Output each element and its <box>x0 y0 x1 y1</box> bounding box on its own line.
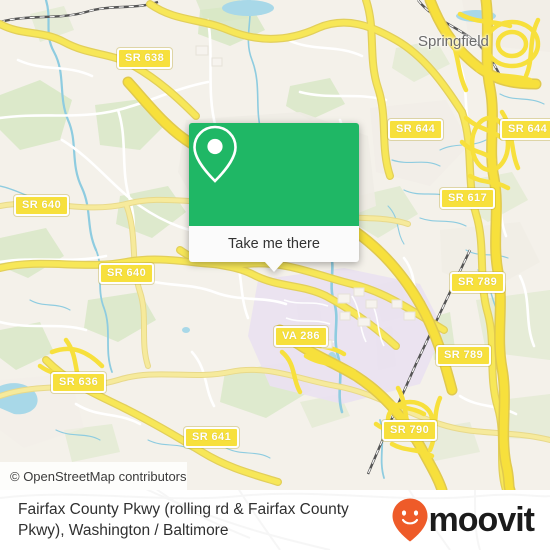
map-canvas[interactable]: Springfield SR 638 SR 644 SR 644 SR 640 … <box>0 0 550 490</box>
road-shield-sr-641[interactable]: SR 641 <box>184 427 240 448</box>
road-shield-sr-644-a[interactable]: SR 644 <box>388 119 444 140</box>
moovit-smiley-pin-icon <box>392 498 428 542</box>
take-me-there-button[interactable]: Take me there <box>189 226 359 262</box>
map-attribution: © OpenStreetMap contributors <box>0 462 187 490</box>
road-shield-sr-790[interactable]: SR 790 <box>382 420 438 441</box>
popup-pointer <box>264 261 284 272</box>
road-shield-sr-636[interactable]: SR 636 <box>51 372 107 393</box>
moovit-wordmark: moovit <box>428 501 535 539</box>
road-shield-sr-789-b[interactable]: SR 789 <box>436 345 492 366</box>
map-pin-icon <box>193 125 237 183</box>
road-shield-sr-617[interactable]: SR 617 <box>440 188 496 209</box>
road-shield-sr-640-a[interactable]: SR 640 <box>14 195 70 216</box>
place-label-springfield: Springfield <box>418 33 489 50</box>
road-shield-va-286[interactable]: VA 286 <box>274 326 328 347</box>
moovit-logo[interactable]: moovit <box>391 497 550 543</box>
map-screenshot: Springfield SR 638 SR 644 SR 644 SR 640 … <box>0 0 550 550</box>
popup-header <box>189 123 359 226</box>
road-shield-sr-789-a[interactable]: SR 789 <box>450 272 506 293</box>
take-me-there-label: Take me there <box>228 236 320 252</box>
road-shield-sr-640-b[interactable]: SR 640 <box>99 263 155 284</box>
footer-caption: Fairfax County Pkwy (rolling rd & Fairfa… <box>18 501 349 539</box>
road-shield-sr-638[interactable]: SR 638 <box>117 48 173 69</box>
attribution-text: © OpenStreetMap contributors <box>10 468 187 484</box>
location-popup-card[interactable]: Take me there <box>189 123 359 272</box>
footer-bar: Fairfax County Pkwy (rolling rd & Fairfa… <box>0 490 550 550</box>
road-shield-sr-644-b[interactable]: SR 644 <box>500 119 550 140</box>
